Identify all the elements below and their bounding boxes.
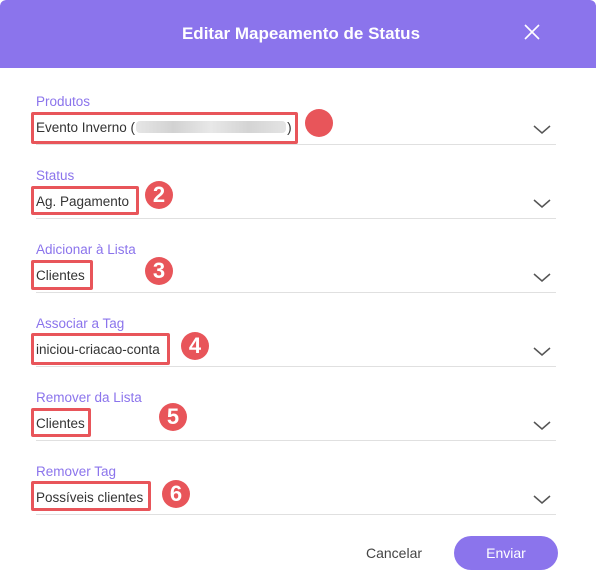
chevron-down-icon[interactable] (532, 270, 552, 284)
add-to-list-label: Adicionar à Lista (36, 242, 136, 257)
send-button[interactable]: Enviar (454, 536, 558, 570)
modal-header: Editar Mapeamento de Status (0, 0, 596, 68)
cancel-button[interactable]: Cancelar (360, 538, 428, 568)
remove-from-list-label: Remover da Lista (36, 390, 142, 405)
field-underline (36, 144, 556, 145)
chevron-down-icon[interactable] (532, 122, 552, 136)
chevron-down-icon[interactable] (532, 344, 552, 358)
annotation-box (31, 112, 298, 144)
annotation-box (31, 260, 93, 290)
field-underline (36, 218, 556, 219)
annotation-box (31, 481, 151, 511)
annotation-box (31, 408, 91, 437)
annotation-badge: 3 (145, 257, 173, 285)
associate-tag-label: Associar a Tag (36, 316, 125, 331)
field-underline (36, 514, 556, 515)
field-underline (36, 292, 556, 293)
edit-status-mapping-modal: Editar Mapeamento de Status Produtos Eve… (0, 0, 596, 586)
chevron-down-icon[interactable] (532, 492, 552, 506)
annotation-badge (305, 109, 333, 137)
status-label: Status (36, 168, 75, 183)
field-underline (36, 366, 556, 367)
annotation-badge: 6 (162, 480, 190, 508)
remove-tag-label: Remover Tag (36, 464, 117, 479)
chevron-down-icon[interactable] (532, 418, 552, 432)
chevron-down-icon[interactable] (532, 196, 552, 210)
annotation-badge: 2 (145, 181, 173, 209)
field-underline (36, 440, 556, 441)
products-label: Produtos (36, 94, 91, 109)
close-icon[interactable] (522, 22, 542, 42)
annotation-badge: 5 (159, 403, 187, 431)
annotation-badge: 4 (181, 332, 209, 360)
modal-title: Editar Mapeamento de Status (181, 24, 421, 43)
annotation-box (31, 333, 170, 365)
annotation-box (31, 186, 139, 215)
